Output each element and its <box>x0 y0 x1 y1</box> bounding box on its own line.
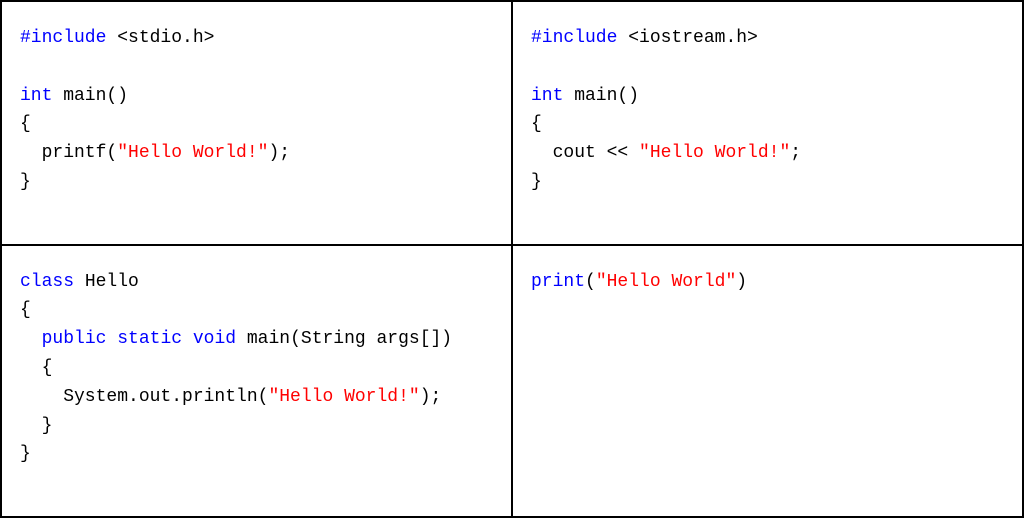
code-token-str: "Hello World" <box>596 272 736 292</box>
code-cell-python: print("Hello World") <box>512 245 1023 517</box>
code-token-plain: { <box>20 114 31 134</box>
code-token-plain: <stdio.h> <box>106 28 214 48</box>
code-token-plain <box>182 329 193 349</box>
code-cell-cpp: #include <iostream.h> int main() { cout … <box>512 1 1023 245</box>
code-token-str: "Hello World!" <box>117 143 268 163</box>
code-token-plain <box>20 329 42 349</box>
code-token-kw: void <box>193 329 236 349</box>
code-token-plain <box>106 329 117 349</box>
code-token-plain: { <box>20 300 31 320</box>
code-token-kw: int <box>20 86 52 106</box>
code-token-plain: } <box>20 444 31 464</box>
code-token-plain: ) <box>736 272 747 292</box>
code-token-plain: { <box>531 114 542 134</box>
code-token-kw: class <box>20 272 74 292</box>
code-token-kw: static <box>117 329 182 349</box>
code-token-plain: <iostream.h> <box>617 28 757 48</box>
code-token-plain: } <box>531 172 542 192</box>
code-token-kw: #include <box>20 28 106 48</box>
code-cell-java: class Hello { public static void main(St… <box>1 245 512 517</box>
code-token-plain: } <box>20 416 52 436</box>
code-token-plain: ); <box>420 387 442 407</box>
code-token-plain: Hello <box>74 272 139 292</box>
code-token-plain: ; <box>790 143 801 163</box>
code-cell-c: #include <stdio.h> int main() { printf("… <box>1 1 512 245</box>
code-token-str: "Hello World!" <box>268 387 419 407</box>
code-token-plain: printf( <box>20 143 117 163</box>
code-token-plain: main() <box>563 86 639 106</box>
code-token-kw: public <box>42 329 107 349</box>
code-token-kw: print <box>531 272 585 292</box>
code-token-plain: { <box>20 358 52 378</box>
code-token-str: "Hello World!" <box>639 143 790 163</box>
code-token-plain: cout << <box>531 143 639 163</box>
code-token-kw: int <box>531 86 563 106</box>
code-token-plain: System.out.println( <box>20 387 268 407</box>
code-token-plain: main(String args[]) <box>236 329 452 349</box>
code-token-plain: ( <box>585 272 596 292</box>
code-token-kw: #include <box>531 28 617 48</box>
code-token-plain: } <box>20 172 31 192</box>
code-token-plain: ); <box>268 143 290 163</box>
code-token-plain: main() <box>52 86 128 106</box>
code-comparison-grid: #include <stdio.h> int main() { printf("… <box>0 0 1024 518</box>
